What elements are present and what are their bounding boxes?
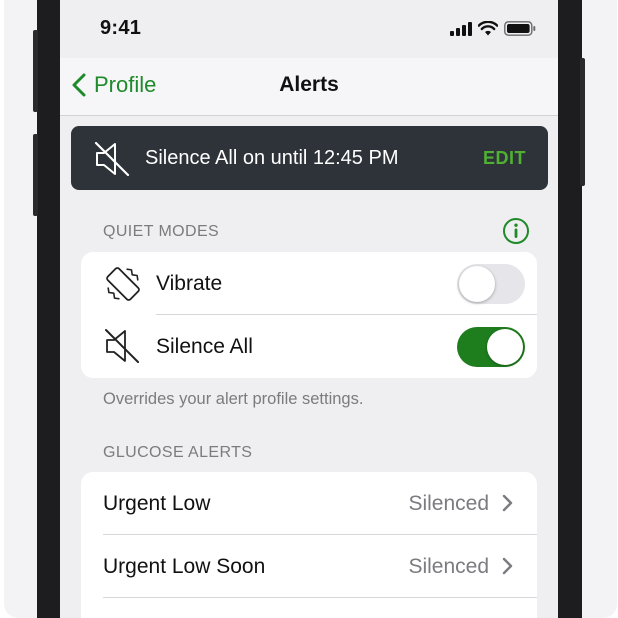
- silence-all-toggle[interactable]: [457, 327, 525, 367]
- urgent-low-row[interactable]: Urgent Low Silenced: [81, 472, 537, 535]
- quiet-modes-header: QUIET MODES: [103, 223, 220, 240]
- urgent-low-soon-row[interactable]: Urgent Low Soon Silenced: [81, 535, 537, 598]
- silence-all-label: Silence All: [156, 335, 253, 358]
- glucose-alerts-header: GLUCOSE ALERTS: [103, 444, 253, 461]
- vibrate-icon: [106, 267, 140, 301]
- speaker-muted-icon: [105, 329, 139, 363]
- page-title: Alerts: [279, 73, 339, 96]
- glucose-alerts-card: Urgent Low Silenced Urgent Low Soon Sile…: [81, 472, 537, 618]
- status-icons: [450, 21, 536, 36]
- vibrate-toggle[interactable]: [457, 264, 525, 304]
- chevron-right-icon: [502, 494, 513, 512]
- row-divider: [103, 597, 537, 598]
- quiet-modes-footnote: Overrides your alert profile settings.: [103, 390, 364, 408]
- silence-banner: Silence All on until 12:45 PM EDIT: [71, 126, 548, 190]
- vibrate-label: Vibrate: [156, 272, 223, 295]
- toggle-knob: [487, 329, 523, 365]
- silence-all-row: Silence All: [81, 315, 537, 378]
- cellular-signal-icon: [450, 21, 472, 36]
- urgent-low-label: Urgent Low: [103, 492, 211, 515]
- banner-text: Silence All on until 12:45 PM: [145, 147, 399, 169]
- battery-icon: [504, 21, 536, 36]
- vibrate-row: Vibrate: [81, 252, 537, 315]
- quiet-modes-card: Vibrate Silence All: [81, 252, 537, 378]
- urgent-low-soon-label: Urgent Low Soon: [103, 555, 266, 578]
- navigation-bar: Profile Alerts: [60, 58, 558, 116]
- volume-down-button: [33, 134, 38, 216]
- phone-screen: 9:41 Profile Alerts Silence All on until…: [60, 0, 558, 618]
- speaker-muted-icon: [94, 141, 130, 177]
- urgent-low-value: Silenced: [408, 492, 489, 515]
- power-button: [580, 58, 585, 186]
- chevron-right-icon: [502, 557, 513, 575]
- urgent-low-soon-value: Silenced: [408, 555, 489, 578]
- volume-up-button: [33, 30, 38, 112]
- wifi-icon: [478, 21, 498, 36]
- info-icon[interactable]: [502, 217, 530, 245]
- banner-edit-button[interactable]: EDIT: [483, 148, 526, 169]
- toggle-knob: [459, 266, 495, 302]
- status-time: 9:41: [100, 17, 142, 39]
